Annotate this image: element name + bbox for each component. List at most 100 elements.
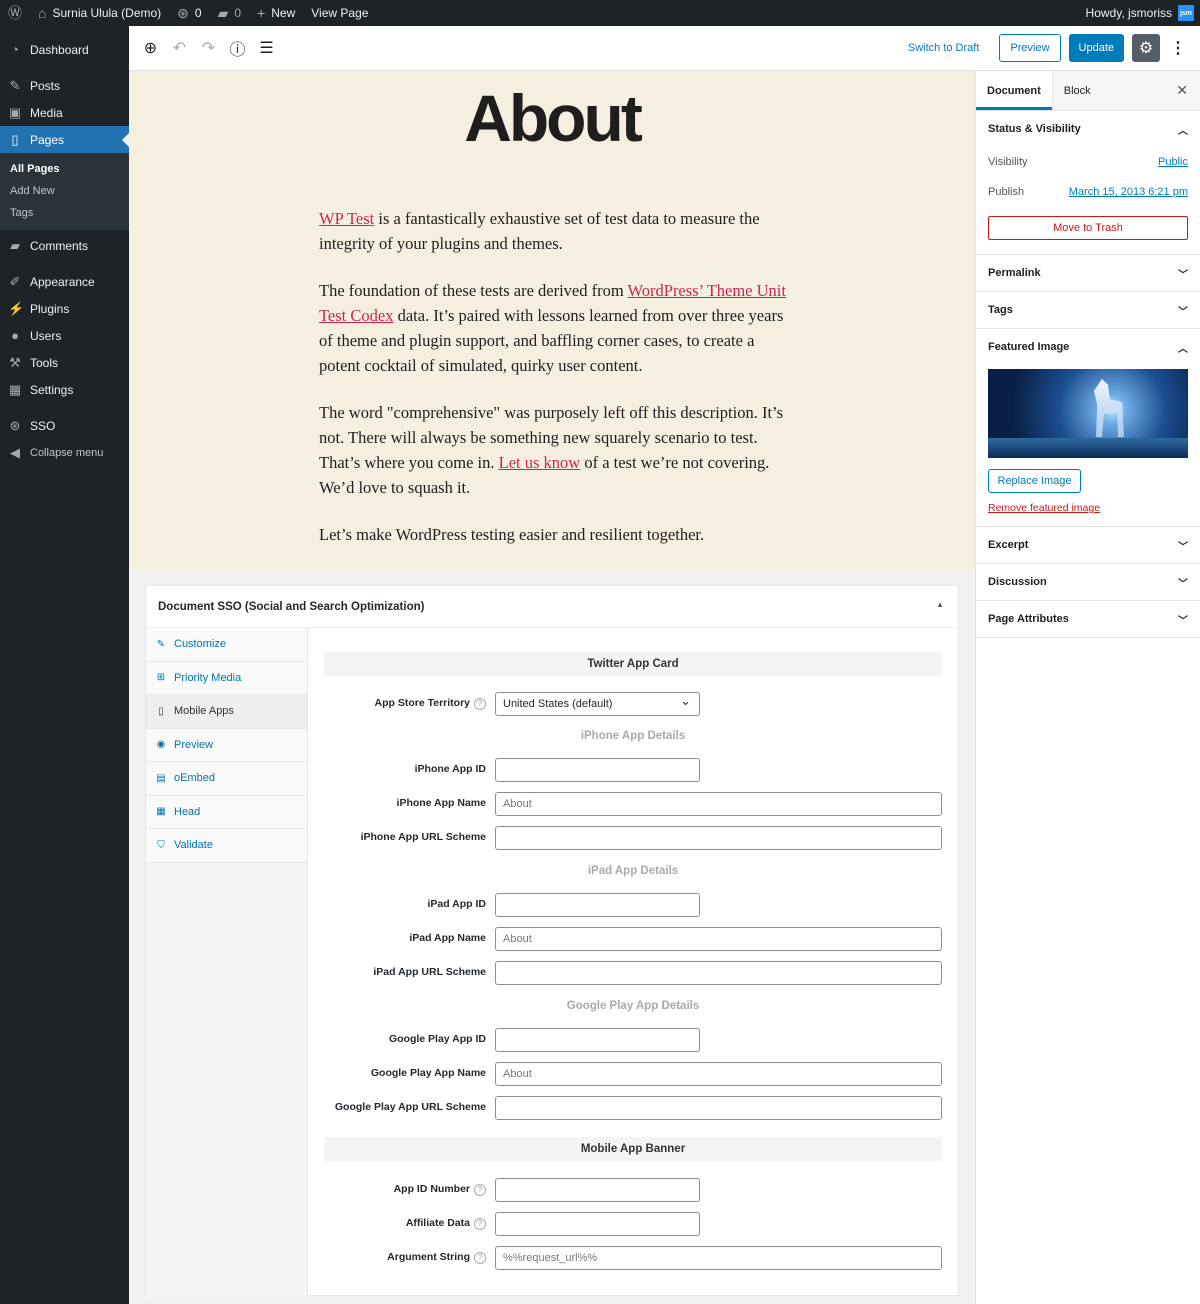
ipad-app-name-input[interactable]: About — [495, 927, 942, 951]
new-content-link[interactable]: + New — [249, 0, 303, 26]
iphone-app-id-input[interactable] — [495, 758, 700, 782]
affiliate-data-input[interactable] — [495, 1212, 700, 1236]
submenu-add-new[interactable]: Add New — [0, 180, 129, 202]
iphone-url-scheme-input[interactable] — [495, 826, 942, 850]
label-text: App Store Territory — [374, 697, 470, 709]
remove-featured-image-link[interactable]: Remove featured image — [988, 502, 1188, 514]
let-us-know-link[interactable]: Let us know — [499, 453, 581, 472]
redo-icon[interactable]: ↷ — [199, 39, 218, 58]
metabox-tabs: ✎ Customize ⊞ Priority Media ▯ Mobile Apps … — [146, 628, 308, 1297]
metabox-header[interactable]: Document SSO (Social and Search Optimiza… — [146, 586, 958, 628]
avatar: jsm — [1178, 5, 1194, 21]
menu-plugins[interactable]: ⚡ Plugins — [0, 295, 129, 322]
menu-pages[interactable]: ▯ Pages — [0, 126, 129, 153]
wordpress-logo-menu[interactable]: Ⓦ — [0, 0, 30, 26]
tab-validate[interactable]: ⛉ Validate — [146, 829, 307, 863]
paragraph[interactable]: WP Test is a fantastically exhaustive se… — [319, 206, 791, 256]
replace-image-button[interactable]: Replace Image — [988, 469, 1081, 493]
help-icon[interactable]: ? — [474, 698, 486, 710]
page-title[interactable]: About — [129, 85, 975, 151]
submenu-tags[interactable]: Tags — [0, 202, 129, 224]
appearance-icon: ✐ — [9, 273, 21, 289]
comments-link[interactable]: ▰ 0 — [210, 0, 249, 26]
post-body[interactable]: WP Test is a fantastically exhaustive se… — [319, 206, 791, 569]
panel-header[interactable]: Tags ﹀ — [976, 292, 1200, 328]
collapse-arrow-icon[interactable]: ▲ — [936, 600, 944, 609]
app-store-territory-select[interactable]: United States (default) — [495, 692, 700, 716]
help-icon[interactable]: ? — [474, 1252, 486, 1264]
google-play-app-name-input[interactable]: About — [495, 1062, 942, 1086]
menu-tools[interactable]: ⚒ Tools — [0, 349, 129, 376]
switch-to-draft-button[interactable]: Switch to Draft — [896, 42, 992, 54]
panel-header[interactable]: Featured Image ︿ — [976, 329, 1200, 365]
ground-shape — [988, 438, 1188, 458]
publish-date-toggle[interactable]: March 15, 2013 6:21 pm — [1069, 186, 1188, 198]
tab-mobile-apps[interactable]: ▯ Mobile Apps — [146, 695, 307, 729]
menu-posts[interactable]: ✎ Posts — [0, 72, 129, 99]
ipad-app-id-input[interactable] — [495, 893, 700, 917]
site-name-link[interactable]: ⌂ Surnia Ulula (Demo) — [30, 0, 169, 26]
menu-sso[interactable]: ⊛ SSO — [0, 412, 129, 439]
form-row: Argument String? %%request_url%% — [324, 1246, 944, 1270]
visibility-row: Visibility Public — [976, 147, 1200, 177]
dashboard-icon: ◔ — [11, 42, 19, 57]
panel-header[interactable]: Status & Visibility ︿ — [976, 111, 1200, 147]
updates-link[interactable]: ⊛ 0 — [169, 0, 209, 26]
more-icon[interactable]: ⋮ — [1168, 38, 1188, 58]
undo-icon[interactable]: ↶ — [170, 39, 189, 58]
tab-customize[interactable]: ✎ Customize — [146, 628, 307, 662]
google-play-url-scheme-input[interactable] — [495, 1096, 942, 1120]
wp-test-link[interactable]: WP Test — [319, 209, 374, 228]
panel-header[interactable]: Excerpt ﹀ — [976, 527, 1200, 563]
menu-collapse[interactable]: ◀ Collapse menu — [0, 439, 129, 466]
ipad-url-scheme-input[interactable] — [495, 961, 942, 985]
my-account[interactable]: Howdy, jsmoriss jsm — [1086, 5, 1200, 21]
menu-comments[interactable]: ▰ Comments — [0, 232, 129, 259]
help-icon[interactable]: ? — [474, 1184, 486, 1196]
chevron-up-icon: ︿ — [1178, 344, 1188, 355]
subsection-title: iPhone App Details — [580, 730, 686, 742]
list-view-icon[interactable]: ☰ — [257, 39, 276, 58]
menu-appearance[interactable]: ✐ Appearance — [0, 268, 129, 295]
tab-document[interactable]: Document — [976, 71, 1053, 110]
panel-header[interactable]: Discussion ﹀ — [976, 564, 1200, 600]
iphone-app-name-input[interactable]: About — [495, 792, 942, 816]
update-button[interactable]: Update — [1068, 34, 1124, 62]
paragraph[interactable]: Let’s make WordPress testing easier and … — [319, 522, 791, 547]
add-block-icon[interactable]: ⊕ — [141, 39, 160, 58]
tab-head[interactable]: ▦ Head — [146, 795, 307, 829]
preview-button[interactable]: Preview — [999, 34, 1061, 62]
form-row: iPad App Name About — [324, 927, 944, 951]
move-to-trash-button[interactable]: Move to Trash — [988, 216, 1188, 240]
panel-header[interactable]: Permalink ﹀ — [976, 255, 1200, 291]
info-icon[interactable]: ⓘ — [228, 39, 247, 59]
tab-block[interactable]: Block — [1053, 71, 1102, 110]
menu-dashboard[interactable]: ◔ Dashboard — [0, 36, 129, 63]
collapse-icon: ◀ — [10, 444, 20, 460]
paragraph[interactable]: The word "comprehensive" was purposely l… — [319, 400, 791, 500]
app-id-number-input[interactable] — [495, 1178, 700, 1202]
paragraph-text: The foundation of these tests are derive… — [319, 281, 628, 300]
featured-image-preview[interactable] — [988, 369, 1188, 458]
gear-icon[interactable]: ⚙ — [1132, 34, 1160, 62]
chevron-down-icon: ﹀ — [1178, 616, 1188, 627]
visibility-toggle[interactable]: Public — [1158, 156, 1188, 168]
publish-row: Publish March 15, 2013 6:21 pm — [976, 177, 1200, 207]
menu-settings[interactable]: ▦ Settings — [0, 376, 129, 403]
close-icon[interactable]: ✕ — [1176, 71, 1200, 110]
label-text: Affiliate Data — [405, 1217, 470, 1229]
tab-oembed[interactable]: ▤ oEmbed — [146, 762, 307, 796]
view-page-link[interactable]: View Page — [303, 0, 376, 26]
plugins-icon: ⚡ — [8, 300, 25, 316]
google-play-app-id-input[interactable] — [495, 1028, 700, 1052]
field-label: Affiliate Data? — [324, 1217, 486, 1230]
tab-preview[interactable]: ◉ Preview — [146, 728, 307, 762]
submenu-all-pages[interactable]: All Pages — [0, 158, 129, 180]
tab-priority-media[interactable]: ⊞ Priority Media — [146, 661, 307, 695]
paragraph[interactable]: The foundation of these tests are derive… — [319, 278, 791, 378]
panel-header[interactable]: Page Attributes ﹀ — [976, 601, 1200, 637]
menu-users[interactable]: ● Users — [0, 322, 129, 349]
menu-media[interactable]: ▣ Media — [0, 99, 129, 126]
help-icon[interactable]: ? — [474, 1218, 486, 1230]
argument-string-input[interactable]: %%request_url%% — [495, 1246, 942, 1270]
